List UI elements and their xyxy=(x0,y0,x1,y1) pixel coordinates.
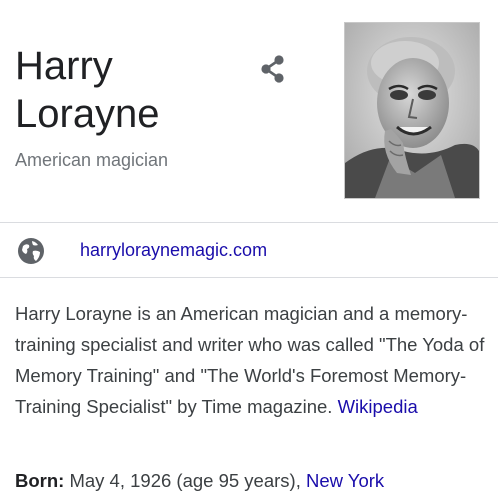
entity-description: Harry Lorayne is an American magician an… xyxy=(15,298,485,422)
born-fact: Born: May 4, 1926 (age 95 years), New Yo… xyxy=(15,470,384,492)
website-link[interactable]: harryloraynemagic.com xyxy=(80,240,267,261)
knowledge-panel: Harry Lorayne American magician harrylor… xyxy=(0,0,498,500)
website-row: harryloraynemagic.com xyxy=(0,223,498,277)
share-button[interactable] xyxy=(256,52,290,86)
born-label: Born: xyxy=(15,470,65,491)
born-value: May 4, 1926 (age 95 years), xyxy=(64,470,306,491)
divider-bottom xyxy=(0,277,498,278)
portrait-photo xyxy=(345,23,479,198)
entity-title: Harry Lorayne xyxy=(15,44,160,136)
birthplace-link[interactable]: New York xyxy=(306,470,384,491)
panel-header: Harry Lorayne American magician xyxy=(0,0,498,222)
wikipedia-link[interactable]: Wikipedia xyxy=(338,396,418,417)
globe-icon xyxy=(18,238,44,264)
share-icon xyxy=(261,55,284,83)
entity-subtitle: American magician xyxy=(15,150,169,170)
portrait-image[interactable] xyxy=(344,22,480,199)
